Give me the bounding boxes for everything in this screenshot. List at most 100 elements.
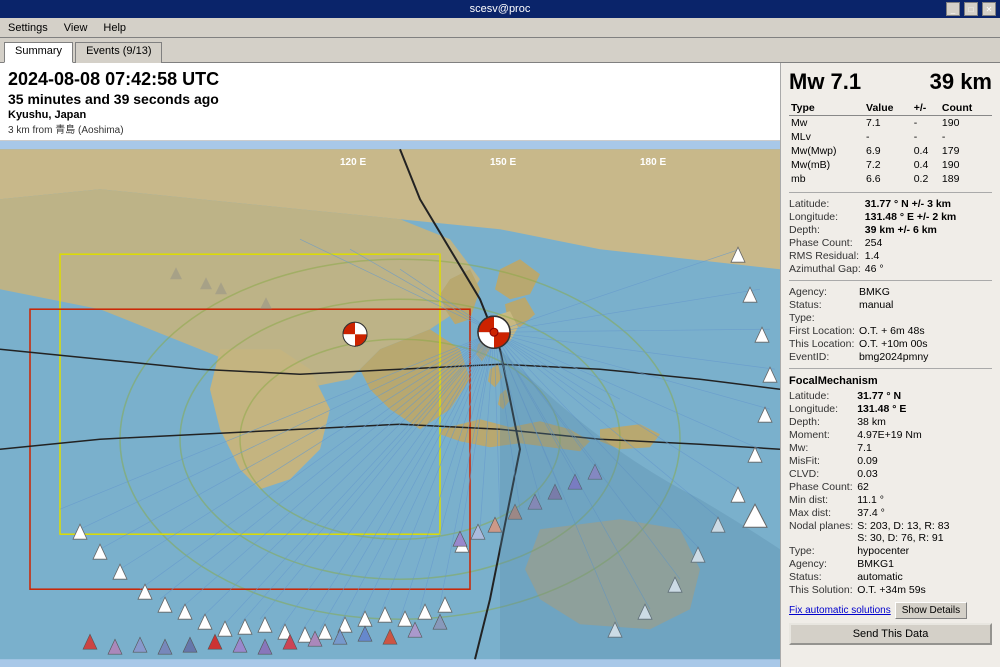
magnitude-header: Mw 7.1 39 km (789, 69, 992, 95)
focal-mechanism-params: Latitude: 31.77 ° N Longitude: 131.48 ° … (789, 390, 992, 596)
table-row: Mw7.1-190 (789, 116, 992, 131)
first-loc-label: First Location: (789, 325, 855, 337)
fm-clvd-value: 0.03 (857, 468, 992, 480)
fm-moment-value: 4.97E+19 Nm (857, 429, 992, 441)
fm-moment-label: Moment: (789, 429, 853, 441)
fm-agency-value: BMKG1 (857, 558, 992, 570)
title-bar: scesv@proc _ □ ✕ (0, 0, 1000, 18)
rms-label: RMS Residual: (789, 250, 861, 262)
event-id-label: EventID: (789, 351, 855, 363)
main-content: 2024-08-08 07:42:58 UTC 35 minutes and 3… (0, 62, 1000, 667)
fm-clvd-label: CLVD: (789, 468, 853, 480)
send-data-button[interactable]: Send This Data (789, 623, 992, 645)
left-panel: 2024-08-08 07:42:58 UTC 35 minutes and 3… (0, 63, 780, 667)
svg-text:180 E: 180 E (640, 157, 666, 168)
window-controls[interactable]: _ □ ✕ (946, 2, 996, 16)
fm-lon-value: 131.48 ° E (857, 403, 992, 415)
fm-misfit-label: MisFit: (789, 455, 853, 467)
status-label: Status: (789, 299, 855, 311)
fm-solution-label: This Solution: (789, 584, 853, 596)
divider-2 (789, 280, 992, 281)
depth-label: Depth: (789, 224, 861, 236)
fm-status-label: Status: (789, 571, 853, 583)
window-title: scesv@proc (470, 3, 531, 15)
col-type: Type (789, 101, 864, 116)
fm-maxdist-label: Max dist: (789, 507, 853, 519)
agency-value: BMKG (859, 286, 992, 298)
menu-bar: Settings View Help (0, 18, 1000, 38)
fm-phase-label: Phase Count: (789, 481, 853, 493)
bottom-buttons: Fix automatic solutions Show Details (789, 602, 992, 619)
close-button[interactable]: ✕ (982, 2, 996, 16)
tab-summary[interactable]: Summary (4, 42, 73, 63)
fm-type-label: Type: (789, 545, 853, 557)
azimuthal-label: Azimuthal Gap: (789, 263, 861, 275)
fm-agency-label: Agency: (789, 558, 853, 570)
menu-view[interactable]: View (60, 21, 92, 35)
fm-misfit-value: 0.09 (857, 455, 992, 467)
maximize-button[interactable]: □ (964, 2, 978, 16)
event-time-ago: 35 minutes and 39 seconds ago (8, 91, 772, 107)
fm-maxdist-value: 37.4 ° (857, 507, 992, 519)
fm-depth-label: Depth: (789, 416, 853, 428)
menu-settings[interactable]: Settings (4, 21, 52, 35)
table-row: Mw(Mwp)6.90.4179 (789, 144, 992, 158)
menu-help[interactable]: Help (99, 21, 130, 35)
depth-value: 39 km +/- 6 km (865, 224, 992, 236)
minimize-button[interactable]: _ (946, 2, 960, 16)
svg-text:150 E: 150 E (490, 157, 516, 168)
event-datetime: 2024-08-08 07:42:58 UTC (8, 69, 772, 91)
event-header: 2024-08-08 07:42:58 UTC 35 minutes and 3… (0, 63, 780, 141)
table-row: mb6.60.2189 (789, 172, 992, 186)
lat-label: Latitude: (789, 198, 861, 210)
map-svg: 180 E 150 E 120 E (0, 141, 780, 667)
agency-params: Agency: BMKG Status: manual Type: First … (789, 286, 992, 363)
type-label: Type: (789, 312, 855, 324)
fm-type-value: hypocenter (857, 545, 992, 557)
tab-events[interactable]: Events (9/13) (75, 42, 162, 63)
show-details-button[interactable]: Show Details (895, 602, 967, 619)
fm-status-value: automatic (857, 571, 992, 583)
map-area[interactable]: 180 E 150 E 120 E (0, 141, 780, 667)
event-distance: 3 km from 青島 (Aoshima) (8, 121, 772, 136)
fm-mindist-label: Min dist: (789, 494, 853, 506)
this-loc-value: O.T. +10m 00s (859, 338, 992, 350)
lon-label: Longitude: (789, 211, 861, 223)
fm-lon-label: Longitude: (789, 403, 853, 415)
lat-value: 31.77 ° N +/- 3 km (865, 198, 992, 210)
phase-count-value: 254 (865, 237, 992, 249)
divider-1 (789, 192, 992, 193)
agency-label: Agency: (789, 286, 855, 298)
fm-phase-value: 62 (857, 481, 992, 493)
fm-lat-label: Latitude: (789, 390, 853, 402)
fm-depth-value: 38 km (857, 416, 992, 428)
fm-nodal-value1: S: 203, D: 13, R: 83 S: 30, D: 76, R: 91 (857, 520, 992, 544)
col-uncertainty: +/- (912, 101, 940, 116)
focal-mechanism-title: FocalMechanism (789, 375, 992, 387)
tab-bar: Summary Events (9/13) (0, 38, 1000, 62)
right-panel: Mw 7.1 39 km Type Value +/- Count Mw7.1-… (780, 63, 1000, 667)
location-params: Latitude: 31.77 ° N +/- 3 km Longitude: … (789, 198, 992, 275)
fm-mw-label: Mw: (789, 442, 853, 454)
phase-count-label: Phase Count: (789, 237, 861, 249)
event-id-value: bmg2024pmny (859, 351, 992, 363)
azimuthal-value: 46 ° (865, 263, 992, 275)
mw-display: Mw 7.1 (789, 69, 861, 95)
svg-text:120 E: 120 E (340, 157, 366, 168)
divider-3 (789, 368, 992, 369)
fm-mindist-value: 11.1 ° (857, 494, 992, 506)
fix-automatic-button[interactable]: Fix automatic solutions (789, 602, 891, 619)
fm-solution-value: O.T. +34m 59s (857, 584, 992, 596)
table-row: MLv--- (789, 130, 992, 144)
type-value (859, 312, 992, 324)
first-loc-value: O.T. + 6m 48s (859, 325, 992, 337)
col-count: Count (940, 101, 992, 116)
fm-nodal-label: Nodal planes: (789, 520, 853, 544)
magnitude-table: Type Value +/- Count Mw7.1-190MLv---Mw(M… (789, 101, 992, 186)
lon-value: 131.48 ° E +/- 2 km (865, 211, 992, 223)
this-loc-label: This Location: (789, 338, 855, 350)
fm-mw-value: 7.1 (857, 442, 992, 454)
event-region: Kyushu, Japan (8, 109, 772, 121)
table-row: Mw(mB)7.20.4190 (789, 158, 992, 172)
rms-value: 1.4 (865, 250, 992, 262)
